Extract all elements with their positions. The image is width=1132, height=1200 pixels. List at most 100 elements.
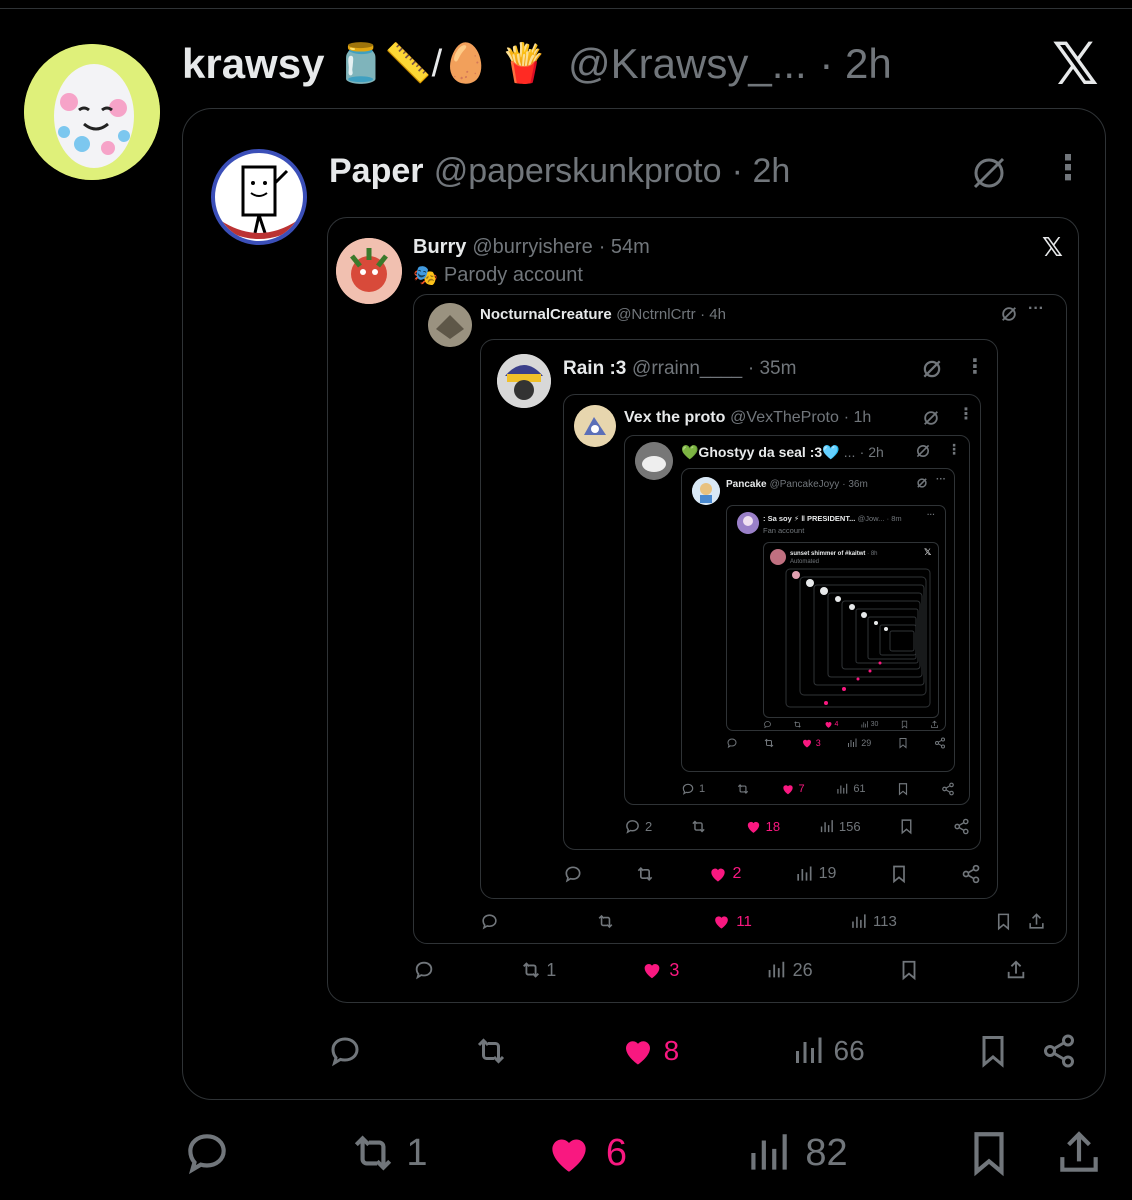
quote-card-paper[interactable]: Paper @paperskunkproto · 2h ⋮ Burry @bur… [182,108,1106,1100]
avatar-ghostyy[interactable] [635,442,673,480]
views-button-2[interactable]: 26 [765,959,813,981]
reply-button-8[interactable] [763,720,772,729]
avatar-burry[interactable] [336,238,402,304]
reply-button[interactable] [182,1128,232,1178]
quote-card-ghostyy[interactable]: 💚Ghostyy da seal :3🩵 ... · 2h ⋮ Pancake … [624,435,970,805]
share-button-6[interactable] [941,782,955,796]
share-button-5[interactable] [953,818,970,835]
ghostyy-time[interactable]: · 2h [860,444,884,460]
paper-handle[interactable]: @paperskunkproto [434,152,722,191]
bookmark-button-2[interactable] [898,959,920,981]
burry-time[interactable]: · 54m [599,236,650,259]
share-button-7[interactable] [934,737,946,749]
sasoy-handle[interactable]: @Jow... [858,514,885,523]
like-button-2[interactable]: 3 [641,959,679,981]
quote-card-sunset[interactable]: sunset shimmer of #kaitwt · 8h Automated… [763,542,939,718]
avatar-rain[interactable] [497,354,551,408]
like-button-3[interactable]: 11 [712,912,752,931]
avatar-nocturnal[interactable] [428,303,472,347]
retweet-button-1[interactable] [473,1033,509,1069]
share-icon[interactable] [1054,1128,1104,1178]
retweet-button-8[interactable] [793,720,802,729]
views-button-3[interactable]: 113 [849,912,897,931]
quote-card-vex[interactable]: Vex the proto @VexTheProto · 1h ⋮ 💚Ghost… [563,394,981,850]
avatar-paper[interactable] [211,149,307,245]
paper-name[interactable]: Paper [329,152,424,191]
views-button-8[interactable]: 30 [860,720,878,729]
like-button[interactable]: 6 [544,1128,627,1178]
more-options-icon-4[interactable]: ⋮ [965,357,985,377]
sunset-time[interactable]: · 8h [867,551,877,557]
avatar-pancake[interactable] [692,477,720,505]
views-button[interactable]: 82 [743,1128,848,1178]
grok-icon-3[interactable] [1000,305,1018,323]
retweet-button[interactable]: 1 [348,1128,428,1178]
sasoy-time[interactable]: · 8m [887,514,902,523]
pancake-name[interactable]: Pancake [726,479,767,490]
bookmark-icon[interactable] [964,1128,1014,1178]
share-button-8[interactable] [930,720,939,729]
more-options-icon-3[interactable]: ··· [1028,301,1044,317]
share-nodes-icon[interactable] [1041,1033,1077,1069]
grok-icon-6[interactable] [915,443,931,459]
more-options-icon-8[interactable]: ··· [927,511,935,519]
avatar-krawsy[interactable] [24,44,160,180]
share-button-4[interactable] [961,864,981,884]
quote-card-burry[interactable]: Burry @burryishere · 54m 🎭 Parody accoun… [327,217,1079,1003]
quote-card-nocturnal[interactable]: NocturnalCreature @NctrnlCrtr · 4h ··· R… [413,294,1067,944]
reply-button-6[interactable]: 1 [681,782,705,796]
sasoy-name[interactable]: : Sa soy ⚡ ‖ PRESIDENT... [763,514,855,523]
more-options-icon[interactable]: ⋮ [1051,151,1085,185]
retweet-button-7[interactable] [763,737,775,749]
bookmark-button-7[interactable] [897,737,909,749]
like-button-1[interactable]: 8 [620,1033,679,1069]
like-button-7[interactable]: 3 [801,737,821,749]
bookmark-icon[interactable] [994,912,1013,931]
avatar-sunset[interactable] [770,549,786,565]
reply-button-2[interactable] [413,959,435,981]
bookmark-button-6[interactable] [896,782,910,796]
like-button-4[interactable]: 2 [708,864,741,884]
burry-handle[interactable]: @burryishere [472,236,592,259]
rain-name[interactable]: Rain :3 [563,358,626,380]
quote-card-pancake[interactable]: Pancake @PancakeJoyy · 36m ···: Sa soy … [681,468,955,772]
retweet-button-6[interactable] [736,782,750,796]
grok-icon-7[interactable] [916,477,928,489]
vex-time[interactable]: · 1h [844,409,872,427]
author-handle[interactable]: @Krawsy_... [568,40,807,88]
bookmark-button-5[interactable] [898,818,915,835]
burry-name[interactable]: Burry [413,236,466,259]
bookmark-icon[interactable] [975,1033,1011,1069]
nocturnal-time[interactable]: · 4h [700,306,726,323]
reply-button-7[interactable] [726,737,738,749]
pancake-time[interactable]: · 36m [842,479,868,490]
rain-time[interactable]: · 35m [748,358,797,380]
like-button-5[interactable]: 18 [745,818,780,835]
reply-button-5[interactable]: 2 [624,818,652,835]
quote-card-rain[interactable]: Rain :3 @rrainn____ · 35m ⋮ Vex the prot… [480,339,998,899]
nocturnal-handle[interactable]: @NctrnlCrtr [616,306,695,323]
like-button-8[interactable]: 4 [824,720,838,729]
paper-time[interactable]: · 2h [732,152,791,191]
retweet-button-3[interactable] [596,912,615,931]
more-options-icon-7[interactable]: ··· [936,475,946,485]
views-button-6[interactable]: 61 [835,782,866,796]
reply-button-1[interactable] [327,1033,363,1069]
bookmark-button-4[interactable] [889,864,909,884]
grok-icon-4[interactable] [921,358,943,380]
share-button-2[interactable] [1005,959,1027,981]
avatar-sasoy[interactable] [737,512,759,534]
views-button-7[interactable]: 29 [846,737,871,749]
share-icon[interactable] [1027,912,1046,931]
more-options-icon-5[interactable]: ⋮ [958,407,974,423]
post-time[interactable]: · 2h [819,40,891,88]
views-button-4[interactable]: 19 [794,864,836,884]
grok-icon-5[interactable] [922,409,940,427]
quote-card-sasoy[interactable]: : Sa soy ⚡ ‖ PRESIDENT... @Jow... · 8m F… [726,505,946,731]
views-button-5[interactable]: 156 [818,818,861,835]
retweet-button-5[interactable] [690,818,707,835]
reply-button-4[interactable] [563,864,583,884]
rain-handle[interactable]: @rrainn____ [632,358,742,380]
grok-icon[interactable] [969,153,1009,193]
ghostyy-name[interactable]: 💚Ghostyy da seal :3🩵 [681,444,840,461]
